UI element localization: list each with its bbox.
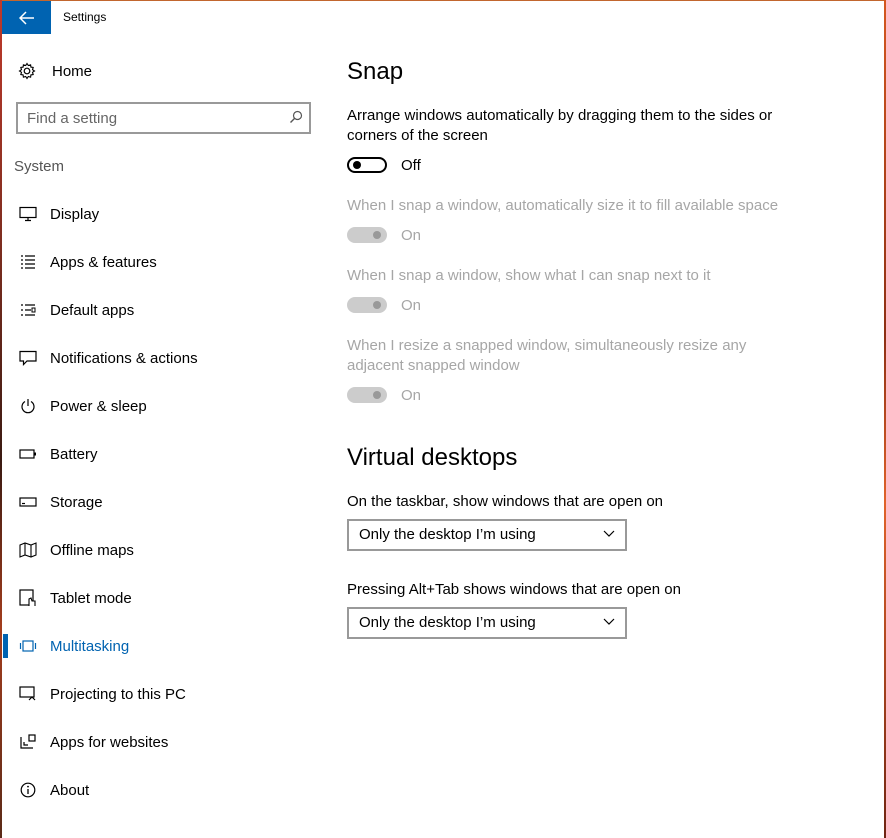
snap-assist-toggle[interactable]: [347, 297, 387, 313]
taskbar-windows-dropdown[interactable]: Only the desktop I’m using: [347, 519, 627, 551]
back-button[interactable]: [2, 1, 51, 34]
sidebar-item-label: Default apps: [50, 301, 135, 319]
default-apps-icon: [19, 301, 37, 319]
snap-fill-space-toggle-row: On: [347, 225, 421, 245]
chevron-down-icon: [603, 530, 615, 537]
toggle-knob: [353, 161, 361, 169]
alttab-windows-dropdown[interactable]: Only the desktop I’m using: [347, 607, 627, 639]
sidebar-item-label: Storage: [50, 493, 103, 511]
toggle-knob: [373, 301, 381, 309]
dropdown-value: Only the desktop I’m using: [359, 614, 536, 631]
sidebar-item-label: Projecting to this PC: [50, 685, 186, 703]
map-icon: [19, 541, 37, 559]
sidebar-item-notifications[interactable]: Notifications & actions: [0, 334, 330, 382]
sidebar-item-display[interactable]: Display: [0, 190, 330, 238]
multitasking-icon: [19, 637, 37, 655]
notification-icon: [19, 349, 37, 367]
dropdown-value: Only the desktop I’m using: [359, 526, 536, 543]
snap-main-toggle[interactable]: [347, 157, 387, 173]
snap-resize-toggle-state: On: [401, 386, 422, 404]
snap-fill-space-toggle[interactable]: [347, 227, 387, 243]
sidebar-item-offline-maps[interactable]: Offline maps: [0, 526, 330, 574]
sidebar-item-power-sleep[interactable]: Power & sleep: [0, 382, 330, 430]
nav-home[interactable]: Home: [18, 58, 308, 84]
snap-resize-description: When I resize a snapped window, simultan…: [347, 337, 747, 374]
nav-list: Display Apps & features Default apps Not…: [0, 190, 330, 814]
projecting-icon: [19, 685, 37, 703]
alttab-setting-label: Pressing Alt+Tab shows windows that are …: [347, 581, 681, 598]
sidebar-item-label: Battery: [50, 445, 98, 463]
sidebar-item-label: Offline maps: [50, 541, 134, 559]
sidebar-item-multitasking[interactable]: Multitasking: [0, 622, 330, 670]
back-arrow-icon: [18, 10, 34, 25]
sidebar-item-label: Power & sleep: [50, 397, 147, 415]
storage-icon: [19, 493, 37, 511]
apps-websites-icon: [19, 733, 37, 751]
toggle-knob: [373, 231, 381, 239]
monitor-icon: [19, 205, 37, 223]
sidebar-item-label: Apps & features: [50, 253, 157, 271]
snap-assist-toggle-state: On: [401, 296, 422, 314]
sidebar-item-tablet-mode[interactable]: Tablet mode: [0, 574, 330, 622]
title-bar: Settings: [2, 1, 884, 34]
sidebar-item-label: About: [50, 781, 90, 799]
snap-resize-toggle[interactable]: [347, 387, 387, 403]
sidebar-item-label: Apps for websites: [50, 733, 169, 751]
gear-icon: [18, 62, 36, 80]
snap-resize-toggle-row: On: [347, 385, 421, 405]
sidebar-item-label: Notifications & actions: [50, 349, 198, 367]
snap-fill-space-toggle-state: On: [401, 226, 422, 244]
section-label-system: System: [14, 158, 65, 175]
snap-heading: Snap: [347, 58, 404, 85]
snap-main-toggle-state: Off: [401, 156, 421, 174]
sidebar-item-default-apps[interactable]: Default apps: [0, 286, 330, 334]
sidebar-item-apps-websites[interactable]: Apps for websites: [0, 718, 330, 766]
snap-assist-toggle-row: On: [347, 295, 421, 315]
sidebar-item-label: Display: [50, 205, 100, 223]
info-icon: [19, 781, 37, 799]
snap-fill-space-description: When I snap a window, automatically size…: [347, 197, 779, 214]
snap-main-description: Arrange windows automatically by draggin…: [347, 107, 773, 144]
sidebar-item-label: Tablet mode: [50, 589, 132, 607]
window-title: Settings: [63, 10, 107, 24]
tablet-icon: [19, 589, 37, 607]
power-icon: [19, 397, 37, 415]
taskbar-setting-label: On the taskbar, show windows that are op…: [347, 493, 664, 510]
chevron-down-icon: [603, 618, 615, 625]
search-input[interactable]: [27, 108, 277, 128]
sidebar-item-battery[interactable]: Battery: [0, 430, 330, 478]
sidebar-item-label: Multitasking: [50, 637, 130, 655]
sidebar-item-apps-features[interactable]: Apps & features: [0, 238, 330, 286]
snap-main-toggle-row: Off: [347, 155, 421, 175]
toggle-knob: [373, 391, 381, 399]
search-box[interactable]: [16, 102, 311, 134]
sidebar-item-projecting[interactable]: Projecting to this PC: [0, 670, 330, 718]
virtual-desktops-heading: Virtual desktops: [347, 444, 518, 471]
nav-home-label: Home: [52, 62, 93, 80]
battery-icon: [19, 445, 37, 463]
snap-assist-description: When I snap a window, show what I can sn…: [347, 267, 711, 284]
sidebar-item-about[interactable]: About: [0, 766, 330, 814]
search-icon[interactable]: [289, 110, 303, 124]
sidebar-item-storage[interactable]: Storage: [0, 478, 330, 526]
list-icon: [19, 253, 37, 271]
